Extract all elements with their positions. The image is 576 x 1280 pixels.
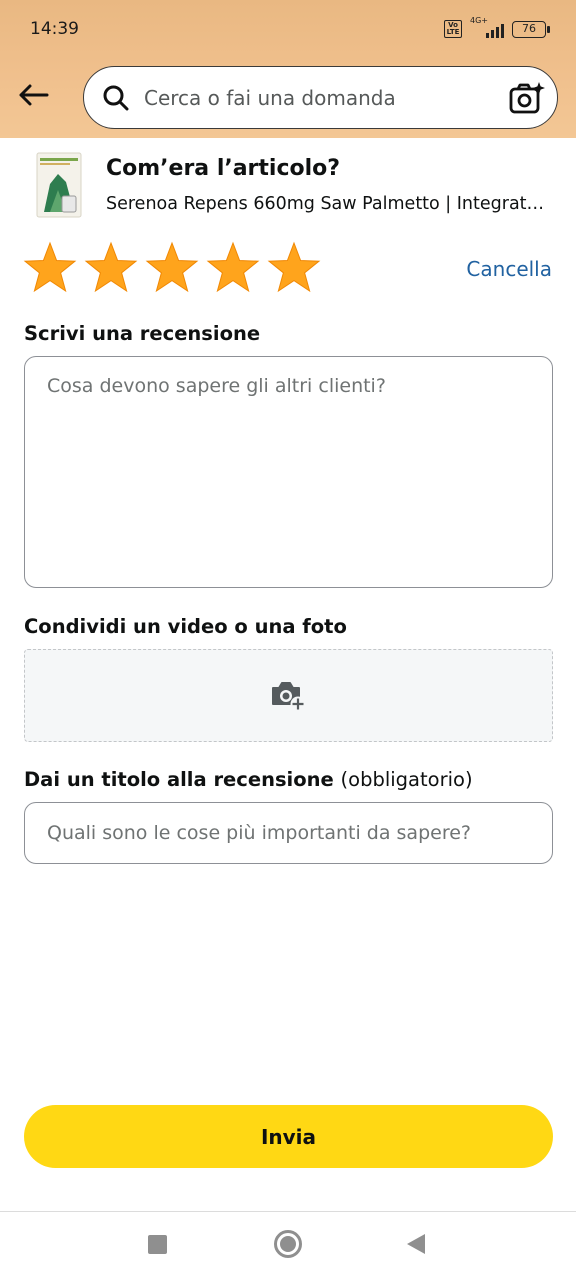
review-textarea[interactable] (24, 356, 553, 588)
media-label: Condividi un video o una foto (24, 615, 347, 638)
status-bar: 14:39 Vo LTE 4G+ 76 (0, 0, 576, 60)
star-icon[interactable] (83, 240, 139, 296)
product-name: Serenoa Repens 660mg Saw Palmetto | Inte… (106, 194, 551, 214)
review-title-input[interactable] (24, 802, 553, 864)
submit-button[interactable]: Invia (24, 1105, 553, 1168)
title-label: Dai un titolo alla recensione (obbligato… (24, 768, 473, 791)
nav-home-icon[interactable] (274, 1230, 302, 1258)
header: 14:39 Vo LTE 4G+ 76 (0, 0, 576, 138)
nav-back-icon[interactable] (407, 1234, 425, 1254)
battery-icon: 76 (512, 20, 550, 38)
title-label-required: (obbligatorio) (340, 768, 473, 791)
product-image (36, 152, 82, 218)
review-label: Scrivi una recensione (24, 322, 261, 345)
system-nav-bar (0, 1212, 576, 1280)
back-arrow-icon (19, 84, 49, 106)
star-icon[interactable] (22, 240, 78, 296)
title-label-main: Dai un titolo alla recensione (24, 768, 334, 791)
search-bar[interactable] (83, 66, 558, 129)
star-rating[interactable] (22, 240, 322, 296)
media-upload-area[interactable] (24, 649, 553, 742)
nav-recents-icon[interactable] (148, 1235, 167, 1254)
star-icon[interactable] (144, 240, 200, 296)
camera-search-icon[interactable] (509, 81, 545, 115)
search-icon (103, 85, 129, 111)
star-icon[interactable] (205, 240, 261, 296)
star-icon[interactable] (266, 240, 322, 296)
signal-icon: 4G+ (470, 16, 504, 39)
cancel-rating-link[interactable]: Cancella (466, 257, 552, 281)
status-time: 14:39 (30, 19, 79, 39)
product-question: Com’era l’articolo? (106, 156, 341, 181)
camera-plus-icon (272, 682, 306, 712)
search-input[interactable] (144, 81, 494, 115)
product-summary: Com’era l’articolo? Serenoa Repens 660mg… (0, 138, 576, 233)
volte-icon: Vo LTE (444, 20, 462, 38)
back-button[interactable] (14, 76, 52, 114)
status-indicators: Vo LTE 4G+ 76 (444, 16, 550, 39)
